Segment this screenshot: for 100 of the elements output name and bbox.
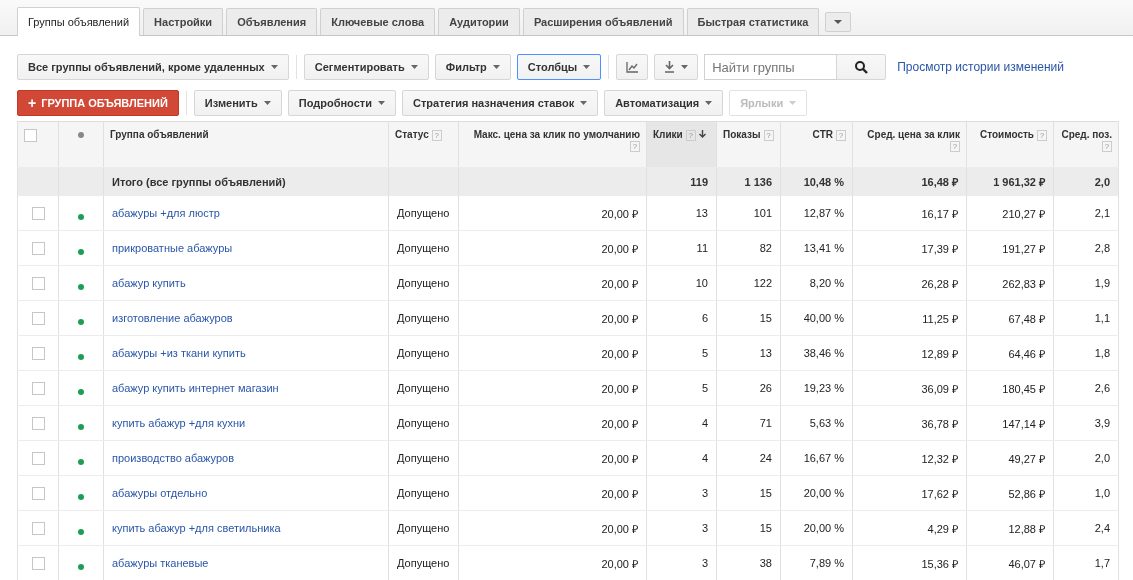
table-cell: 2,0 [1053, 440, 1119, 476]
table-cell: 3 [646, 510, 717, 546]
column-header[interactable]: Статус ? [388, 121, 459, 168]
scope-dropdown[interactable]: Все группы объявлений, кроме удаленных [17, 54, 289, 80]
ad-group-link[interactable]: абажуры тканевые [112, 557, 209, 569]
column-header[interactable]: CTR ? [780, 121, 853, 168]
table-cell: Допущено [388, 265, 459, 301]
column-header[interactable]: Стоимость ? [966, 121, 1054, 168]
status-dot-icon [78, 318, 84, 325]
tab[interactable]: Объявления [226, 8, 318, 35]
search-button[interactable] [836, 54, 887, 80]
search-field[interactable]: Найти группы [704, 54, 838, 80]
table-cell: 11 [646, 230, 717, 266]
tab[interactable]: Настройки [143, 8, 224, 35]
segment-dropdown[interactable]: Сегментировать [303, 54, 429, 80]
tab[interactable]: Расширения объявлений [522, 8, 684, 35]
table-cell: 147,14 ₽ [966, 405, 1054, 441]
table-cell: 6 [646, 300, 717, 336]
table-cell: 20,00 ₽ [458, 265, 647, 301]
table-cell: 8,20 % [780, 265, 853, 301]
ad-group-link[interactable]: купить абажур +для кухни [112, 417, 246, 429]
caret-icon [681, 65, 689, 69]
more-tabs-button[interactable] [825, 12, 852, 32]
download-icon [664, 61, 676, 73]
table-cell: 15 [716, 300, 781, 336]
row-checkbox[interactable] [31, 486, 45, 500]
table-cell: 16,67 % [780, 440, 853, 476]
table-cell: 20,00 ₽ [458, 475, 647, 511]
add-ad-group-button[interactable]: + ГРУППА ОБЪЯВЛЕНИЙ [17, 90, 179, 116]
table-cell: 13,41 % [780, 230, 853, 266]
table-cell: 20,00 ₽ [458, 300, 647, 336]
column-header[interactable]: Клики ? [646, 121, 717, 168]
table-cell: Допущено [388, 230, 459, 266]
ad-group-link[interactable]: прикроватные абажуры [112, 242, 233, 254]
line-chart-icon [626, 61, 639, 73]
tab[interactable]: Быстрая статистика [686, 8, 820, 35]
table-cell: 12,89 ₽ [852, 335, 967, 371]
column-header[interactable]: Сред. поз. ? [1053, 121, 1119, 168]
column-header[interactable]: Показы ? [716, 121, 781, 168]
ad-group-link[interactable]: абажуры +из ткани купить [112, 347, 246, 359]
status-dot-icon [78, 458, 84, 465]
row-checkbox[interactable] [31, 311, 45, 325]
table-cell: Допущено [388, 510, 459, 546]
table-cell: 4 [646, 440, 717, 476]
columns-dropdown[interactable]: Столбцы [516, 54, 602, 80]
tab[interactable]: Ключевые слова [320, 8, 436, 35]
select-all-checkbox[interactable] [24, 129, 37, 142]
status-dot-icon [78, 213, 84, 220]
table-cell: 20,00 ₽ [458, 195, 647, 231]
row-checkbox[interactable] [31, 241, 45, 255]
menu-dropdown[interactable]: Изменить [193, 90, 282, 116]
caret-icon [583, 65, 591, 69]
table-cell: 17,39 ₽ [852, 230, 967, 266]
menu-dropdown[interactable]: Подробности [287, 90, 396, 116]
chart-button[interactable] [616, 54, 649, 80]
row-checkbox[interactable] [31, 451, 45, 465]
column-header[interactable]: Сред. цена за клик ? [852, 121, 967, 168]
tab[interactable]: Группы объявлений [17, 7, 141, 36]
column-header[interactable]: Макс. цена за клик по умолчанию ? [458, 121, 647, 168]
history-link[interactable]: Просмотр истории изменений [897, 60, 1064, 74]
ad-group-link[interactable]: абажур купить интернет магазин [112, 382, 279, 394]
table-cell: 1 136 [716, 167, 781, 196]
menu-dropdown[interactable]: Стратегия назначения ставок [401, 90, 599, 116]
download-dropdown[interactable] [654, 54, 699, 80]
status-dot-icon [78, 563, 84, 570]
table-cell: 64,46 ₽ [966, 335, 1054, 371]
caret-icon [789, 101, 797, 105]
row-checkbox[interactable] [31, 206, 45, 220]
row-checkbox[interactable] [31, 381, 45, 395]
ad-group-link[interactable]: изготовление абажуров [112, 312, 233, 324]
table-cell: 3,9 [1053, 405, 1119, 441]
table-cell: Допущено [388, 335, 459, 371]
ad-group-link[interactable]: абажуры отдельно [112, 487, 208, 499]
ad-group-link[interactable]: абажуры +для люстр [112, 207, 220, 219]
status-dot-icon [78, 248, 84, 255]
row-checkbox[interactable] [31, 276, 45, 290]
row-checkbox[interactable] [31, 521, 45, 535]
row-checkbox[interactable] [31, 416, 45, 430]
ad-group-link[interactable]: производство абажуров [112, 452, 235, 464]
row-checkbox[interactable] [31, 346, 45, 360]
tab[interactable]: Аудитории [438, 8, 520, 35]
filter-dropdown[interactable]: Фильтр [434, 54, 511, 80]
table-cell: 119 [646, 167, 717, 196]
status-dot-icon [78, 353, 84, 360]
table-cell: 36,09 ₽ [852, 370, 967, 406]
table-cell: 10 [646, 265, 717, 301]
row-checkbox[interactable] [31, 556, 45, 570]
table-cell: 67,48 ₽ [966, 300, 1054, 336]
ad-group-link[interactable]: абажур купить [112, 277, 186, 289]
caret-icon [263, 101, 271, 105]
menu-dropdown[interactable]: Автоматизация [604, 90, 724, 116]
column-header[interactable]: Группа объявлений [103, 121, 389, 168]
ad-group-link[interactable]: купить абажур +для светильника [112, 522, 281, 534]
table-cell: 4 [646, 405, 717, 441]
caret-icon [705, 101, 713, 105]
table-cell: 4,29 ₽ [852, 510, 967, 546]
sort-down-icon [698, 130, 706, 138]
table-cell: 1,8 [1053, 335, 1119, 371]
table-cell: 38,46 % [780, 335, 853, 371]
table-cell: 13 [716, 335, 781, 371]
